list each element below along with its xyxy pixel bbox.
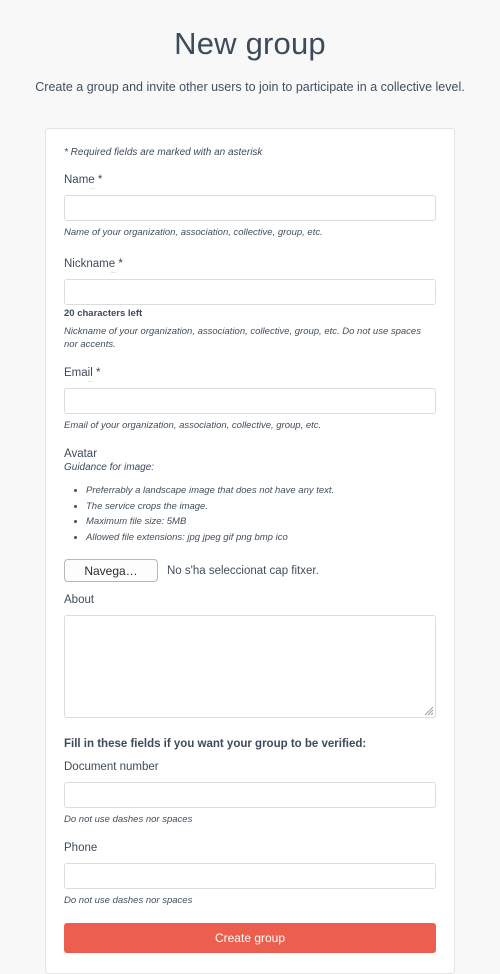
name-required-asterisk: * — [97, 174, 103, 186]
avatar-guidance-title: Guidance for image: — [64, 462, 155, 473]
about-label-text: About — [64, 594, 95, 606]
about-textarea[interactable] — [64, 615, 436, 718]
email-help-text: Email of your organization, association,… — [64, 420, 322, 431]
field-nickname: Nickname * .. 20 characters left Nicknam… — [64, 257, 436, 351]
nickname-label: Nickname * .. — [64, 257, 436, 275]
new-group-page: New group Create a group and invite othe… — [0, 0, 500, 974]
email-abbr-marker: .. — [88, 375, 94, 384]
about-label: About — [64, 593, 436, 608]
nickname-abbr-marker: .. — [111, 266, 117, 275]
list-item: Preferrably a landscape image that does … — [86, 484, 436, 499]
email-input[interactable] — [64, 388, 436, 414]
phone-label-text: Phone — [64, 842, 98, 854]
verification-section: Fill in these fields if you want your gr… — [64, 736, 436, 907]
list-item: Maximum file size: 5MB — [86, 515, 436, 530]
name-help-text: Name of your organization, association, … — [64, 227, 323, 238]
selected-file-status: No s'ha seleccionat cap fitxer. — [167, 564, 319, 577]
list-item: Allowed file extensions: jpg jpeg gif pn… — [86, 531, 436, 546]
phone-input[interactable] — [64, 863, 436, 889]
nickname-required-asterisk: * — [118, 258, 123, 270]
about-textarea-wrapper — [64, 615, 436, 718]
nickname-help-text: Nickname of your organization, associati… — [64, 326, 421, 350]
avatar-file-picker: Navega… No s'ha seleccionat cap fitxer. — [64, 559, 436, 582]
name-input[interactable] — [64, 195, 436, 221]
avatar-label: Avatar — [64, 448, 98, 460]
page-header: New group Create a group and invite othe… — [0, 0, 500, 95]
nickname-character-counter: 20 characters left — [64, 308, 143, 319]
field-about: About — [64, 593, 436, 718]
email-required-asterisk: * — [95, 367, 101, 379]
document-number-label-text: Document number — [64, 761, 159, 773]
list-item: The service crops the image. — [86, 500, 436, 515]
nickname-label-text: Nickname — [64, 258, 116, 270]
name-abbr-marker: .. — [90, 182, 96, 191]
browse-file-button[interactable]: Navega… — [64, 559, 158, 582]
create-group-button[interactable]: Create group — [64, 923, 436, 953]
field-document-number: Document number Do not use dashes nor sp… — [64, 760, 436, 826]
page-subtitle: Create a group and invite other users to… — [35, 80, 465, 94]
document-number-input[interactable] — [64, 782, 436, 808]
document-number-help-text: Do not use dashes nor spaces — [64, 814, 193, 825]
field-phone: Phone Do not use dashes nor spaces — [64, 841, 436, 907]
required-fields-note: * Required fields are marked with an ast… — [64, 147, 263, 158]
name-label: Name * .. — [64, 173, 436, 191]
phone-help-text: Do not use dashes nor spaces — [64, 895, 193, 906]
email-label: Email * .. — [64, 366, 436, 384]
document-number-label: Document number — [64, 760, 436, 775]
field-email: Email * .. Email of your organization, a… — [64, 366, 436, 432]
phone-label: Phone — [64, 841, 436, 856]
page-title: New group — [174, 26, 326, 61]
field-avatar: Avatar Guidance for image: Preferrably a… — [64, 447, 436, 582]
verification-section-heading: Fill in these fields if you want your gr… — [64, 738, 367, 750]
avatar-guidance-list: Preferrably a landscape image that does … — [64, 484, 436, 545]
new-group-form-card: * Required fields are marked with an ast… — [45, 128, 455, 974]
nickname-input[interactable] — [64, 279, 436, 305]
field-name: Name * .. Name of your organization, ass… — [64, 173, 436, 239]
